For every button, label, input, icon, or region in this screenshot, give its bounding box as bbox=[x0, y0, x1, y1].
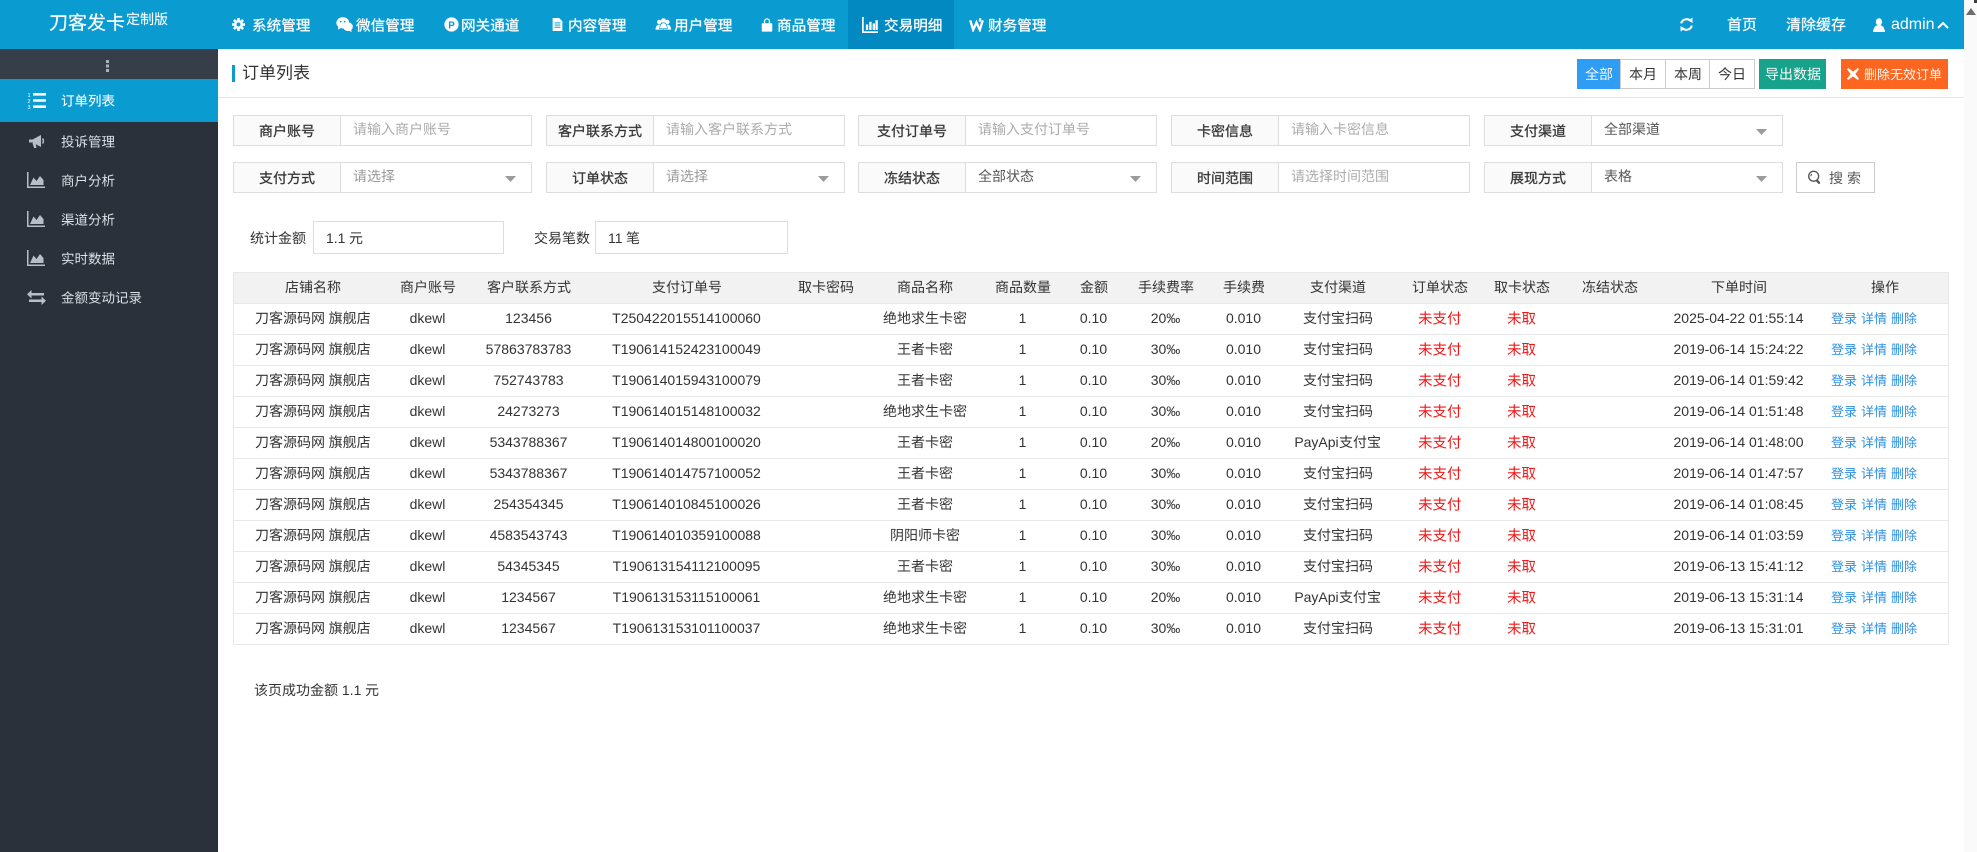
svg-text:P: P bbox=[448, 20, 455, 31]
svg-text:3: 3 bbox=[27, 105, 30, 110]
